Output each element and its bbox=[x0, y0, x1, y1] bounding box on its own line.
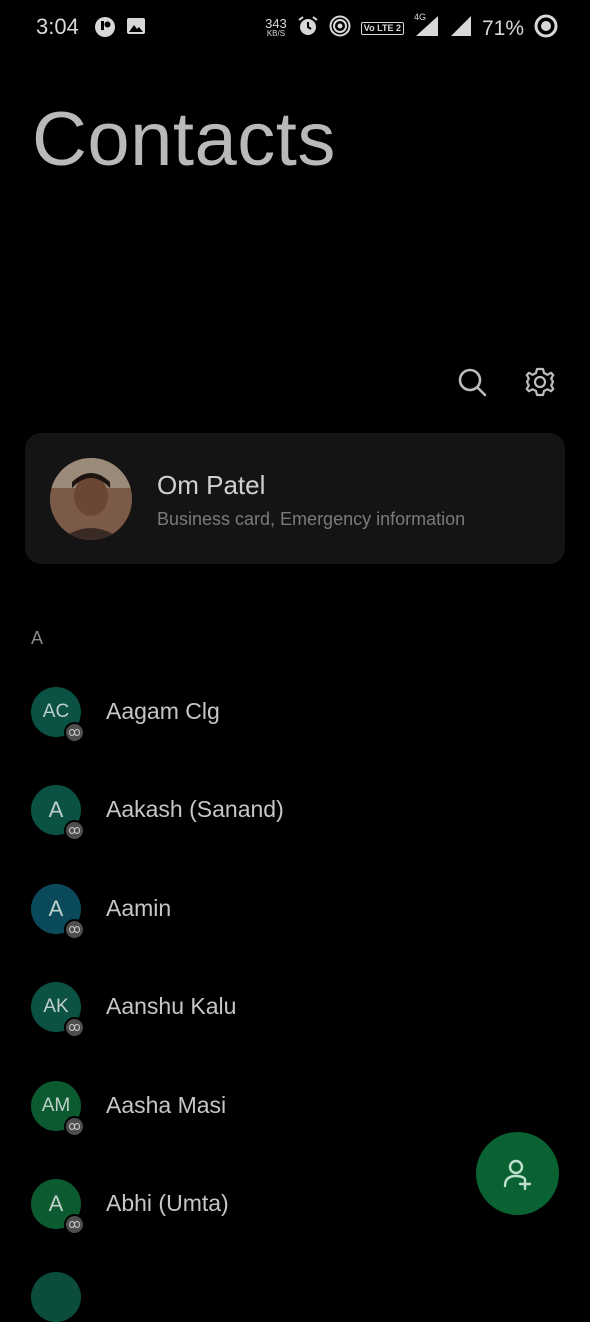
contact-row[interactable]: AC Aagam Clg bbox=[0, 687, 590, 757]
link-icon bbox=[64, 1017, 85, 1038]
app-notification-icon bbox=[94, 16, 116, 43]
signal-4g-icon: 4G bbox=[413, 12, 440, 42]
contact-name: Aasha Masi bbox=[106, 1092, 227, 1118]
add-contact-button[interactable] bbox=[476, 1132, 559, 1215]
network-speed-value: 343 bbox=[265, 15, 287, 31]
contact-row[interactable]: A Aamin bbox=[0, 884, 590, 954]
page-title: Contacts bbox=[32, 97, 336, 182]
battery-icon bbox=[534, 14, 558, 43]
settings-button[interactable] bbox=[520, 362, 560, 402]
network-speed: 343 KB/S bbox=[265, 15, 287, 39]
network-speed-unit: KB/S bbox=[266, 28, 286, 38]
profile-avatar bbox=[50, 458, 132, 540]
contact-name: Abhi (Umta) bbox=[106, 1190, 229, 1216]
contact-row[interactable]: A Aakash (Sanand) bbox=[0, 785, 590, 855]
status-time: 3:04 bbox=[36, 14, 79, 39]
contact-name: Aanshu Kalu bbox=[106, 993, 237, 1019]
network-type: 4G bbox=[413, 12, 426, 22]
image-icon bbox=[126, 16, 146, 43]
link-icon bbox=[64, 1214, 85, 1235]
search-button[interactable] bbox=[452, 362, 492, 402]
link-icon bbox=[64, 919, 85, 940]
volte-icon: Vo LTE 2 bbox=[360, 22, 404, 35]
section-header-letter: A bbox=[31, 628, 44, 648]
contact-name: Aakash (Sanand) bbox=[106, 796, 284, 822]
link-icon bbox=[64, 722, 85, 743]
status-bar: 3:04 343 KB/S Vo LTE 2 4G 71% bbox=[0, 0, 590, 56]
signal-icon bbox=[450, 15, 472, 42]
profile-subtitle: Business card, Emergency information bbox=[157, 509, 466, 529]
link-icon bbox=[64, 820, 85, 841]
contact-row[interactable]: AK Aanshu Kalu bbox=[0, 982, 590, 1052]
status-left-icons bbox=[94, 16, 146, 43]
add-contact-icon bbox=[503, 1159, 531, 1190]
alarm-icon bbox=[297, 15, 319, 42]
contact-name: Aamin bbox=[106, 895, 172, 921]
gear-icon bbox=[525, 367, 555, 397]
link-icon bbox=[64, 1116, 85, 1137]
profile-name: Om Patel bbox=[157, 470, 266, 500]
my-profile-card[interactable]: Om Patel Business card, Emergency inform… bbox=[25, 433, 565, 564]
search-icon bbox=[458, 368, 487, 397]
battery-percent: 71% bbox=[481, 16, 524, 40]
hotspot-icon bbox=[329, 15, 351, 42]
contact-name: Aagam Clg bbox=[106, 698, 220, 724]
status-right-icons: 343 KB/S Vo LTE 2 4G 71% bbox=[265, 12, 558, 43]
